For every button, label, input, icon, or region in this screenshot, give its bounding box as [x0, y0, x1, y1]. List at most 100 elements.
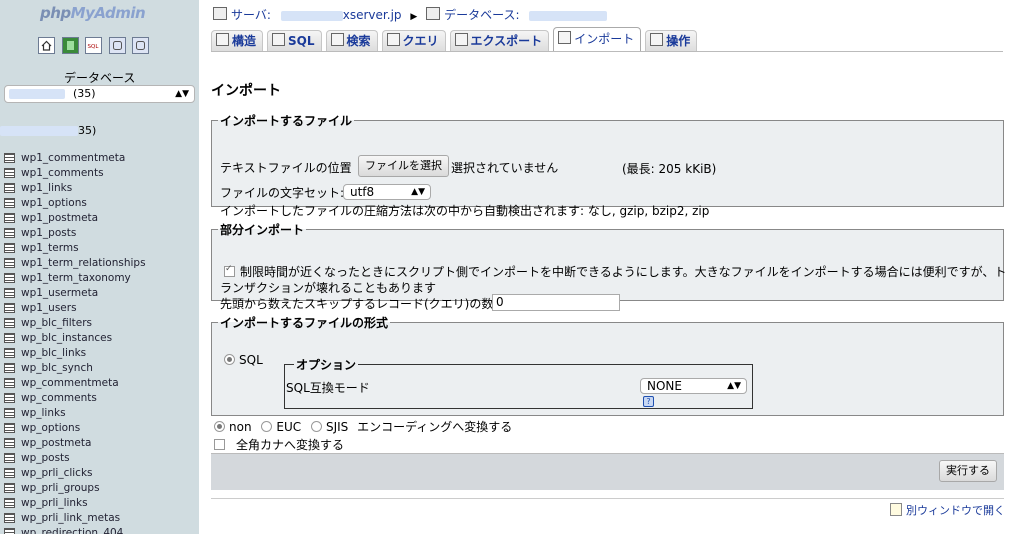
table-list-item[interactable]: wp1_users	[4, 301, 146, 316]
table-name[interactable]: wp1_usermeta	[21, 287, 98, 299]
table-name[interactable]: wp1_options	[21, 197, 87, 209]
table-icon[interactable]	[4, 498, 15, 508]
table-list-item[interactable]: wp_prli_clicks	[4, 466, 146, 481]
table-icon[interactable]	[4, 423, 15, 433]
table-name[interactable]: wp_blc_synch	[21, 362, 93, 374]
table-name[interactable]: wp_posts	[21, 452, 70, 464]
tab-structure[interactable]: 構造	[211, 30, 264, 52]
table-list-item[interactable]: wp_comments	[4, 391, 146, 406]
table-icon[interactable]	[4, 228, 15, 238]
current-database-name[interactable]: 35)	[0, 124, 96, 137]
format-sql-option[interactable]: SQL	[224, 353, 263, 367]
table-name[interactable]: wp_prli_links	[21, 497, 88, 509]
format-sql-radio[interactable]	[224, 354, 235, 365]
tab-import[interactable]: インポート	[553, 27, 642, 52]
table-list-item[interactable]: wp1_links	[4, 181, 146, 196]
table-list-item[interactable]: wp_postmeta	[4, 436, 146, 451]
table-name[interactable]: wp1_users	[21, 302, 77, 314]
table-icon[interactable]	[4, 288, 15, 298]
table-name[interactable]: wp_blc_filters	[21, 317, 92, 329]
docs-icon[interactable]	[108, 37, 126, 54]
tab-export[interactable]: エクスポート	[449, 30, 550, 52]
table-name[interactable]: wp1_comments	[21, 167, 104, 179]
table-name[interactable]: wp_links	[21, 407, 66, 419]
tab-search[interactable]: 検索	[325, 30, 378, 52]
table-name[interactable]: wp_postmeta	[21, 437, 91, 449]
table-name[interactable]: wp_commentmeta	[21, 377, 119, 389]
table-list-item[interactable]: wp_blc_synch	[4, 361, 146, 376]
table-name[interactable]: wp_blc_links	[21, 347, 86, 359]
table-icon[interactable]	[4, 408, 15, 418]
table-name[interactable]: wp_comments	[21, 392, 97, 404]
encoding-euc-radio[interactable]	[261, 421, 273, 432]
table-list-item[interactable]: wp1_terms	[4, 241, 146, 256]
database-select[interactable]: (35) ▲▼	[4, 85, 195, 103]
table-list-item[interactable]: wp_prli_link_metas	[4, 511, 146, 526]
allow-interrupt-checkbox[interactable]	[224, 264, 235, 277]
table-name[interactable]: wp_prli_clicks	[21, 467, 93, 479]
table-icon[interactable]	[4, 453, 15, 463]
table-icon[interactable]	[4, 528, 15, 534]
table-icon[interactable]	[4, 153, 15, 163]
table-list-item[interactable]: wp_options	[4, 421, 146, 436]
table-icon[interactable]	[4, 483, 15, 493]
table-name[interactable]: wp1_commentmeta	[21, 152, 125, 164]
table-list-item[interactable]: wp_blc_filters	[4, 316, 146, 331]
table-name[interactable]: wp1_term_relationships	[21, 257, 146, 269]
table-name[interactable]: wp_blc_instances	[21, 332, 112, 344]
table-list-item[interactable]: wp1_comments	[4, 166, 146, 181]
table-icon[interactable]	[4, 348, 15, 358]
help-icon[interactable]	[132, 37, 149, 54]
table-icon[interactable]	[4, 213, 15, 223]
table-list-item[interactable]: wp_blc_links	[4, 346, 146, 361]
table-name[interactable]: wp1_postmeta	[21, 212, 98, 224]
table-icon[interactable]	[4, 333, 15, 343]
table-list-item[interactable]: wp1_postmeta	[4, 211, 146, 226]
table-icon[interactable]	[4, 198, 15, 208]
charset-select[interactable]: utf8 ▲▼	[343, 184, 431, 200]
table-icon[interactable]	[4, 513, 15, 523]
home-icon[interactable]	[38, 37, 55, 54]
table-list-item[interactable]: wp_prli_links	[4, 496, 146, 511]
tab-query[interactable]: クエリ	[381, 30, 446, 52]
table-list-item[interactable]: wp_commentmeta	[4, 376, 146, 391]
table-name[interactable]: wp_redirection_404	[21, 527, 123, 534]
table-list-item[interactable]: wp1_term_relationships	[4, 256, 146, 271]
kana-checkbox[interactable]	[214, 439, 225, 450]
table-icon[interactable]	[4, 168, 15, 178]
table-list-item[interactable]: wp_blc_instances	[4, 331, 146, 346]
table-list-item[interactable]: wp1_term_taxonomy	[4, 271, 146, 286]
table-name[interactable]: wp_options	[21, 422, 80, 434]
help-icon[interactable]: ?	[643, 396, 654, 407]
table-list-item[interactable]: wp_redirection_404	[4, 526, 146, 534]
table-name[interactable]: wp_prli_link_metas	[21, 512, 120, 524]
table-list-item[interactable]: wp1_commentmeta	[4, 151, 146, 166]
table-icon[interactable]	[4, 438, 15, 448]
skip-queries-input[interactable]: 0	[492, 294, 620, 311]
table-icon[interactable]	[4, 393, 15, 403]
table-name[interactable]: wp1_links	[21, 182, 72, 194]
table-icon[interactable]	[4, 183, 15, 193]
table-list-item[interactable]: wp_links	[4, 406, 146, 421]
table-name[interactable]: wp1_terms	[21, 242, 79, 254]
table-list-item[interactable]: wp_prli_groups	[4, 481, 146, 496]
table-icon[interactable]	[4, 243, 15, 253]
table-icon[interactable]	[4, 258, 15, 268]
table-icon[interactable]	[4, 363, 15, 373]
table-name[interactable]: wp_prli_groups	[21, 482, 100, 494]
sql-query-icon[interactable]: SQL	[85, 37, 102, 54]
table-icon[interactable]	[4, 468, 15, 478]
encoding-non-radio[interactable]	[214, 421, 225, 432]
table-list-item[interactable]: wp1_usermeta	[4, 286, 146, 301]
table-name[interactable]: wp1_term_taxonomy	[21, 272, 131, 284]
crumb-database-label[interactable]: データベース:	[444, 8, 519, 22]
crumb-server-value[interactable]: xserver.jp	[343, 8, 402, 22]
table-icon[interactable]	[4, 318, 15, 328]
encoding-sjis-radio[interactable]	[310, 421, 322, 432]
phpmyadmin-logo[interactable]: phpMyAdmin	[40, 4, 146, 22]
table-list-item[interactable]: wp1_options	[4, 196, 146, 211]
choose-file-button[interactable]: ファイルを選択	[358, 155, 449, 177]
tab-sql[interactable]: SQL	[267, 30, 322, 52]
table-icon[interactable]	[4, 273, 15, 283]
table-name[interactable]: wp1_posts	[21, 227, 76, 239]
